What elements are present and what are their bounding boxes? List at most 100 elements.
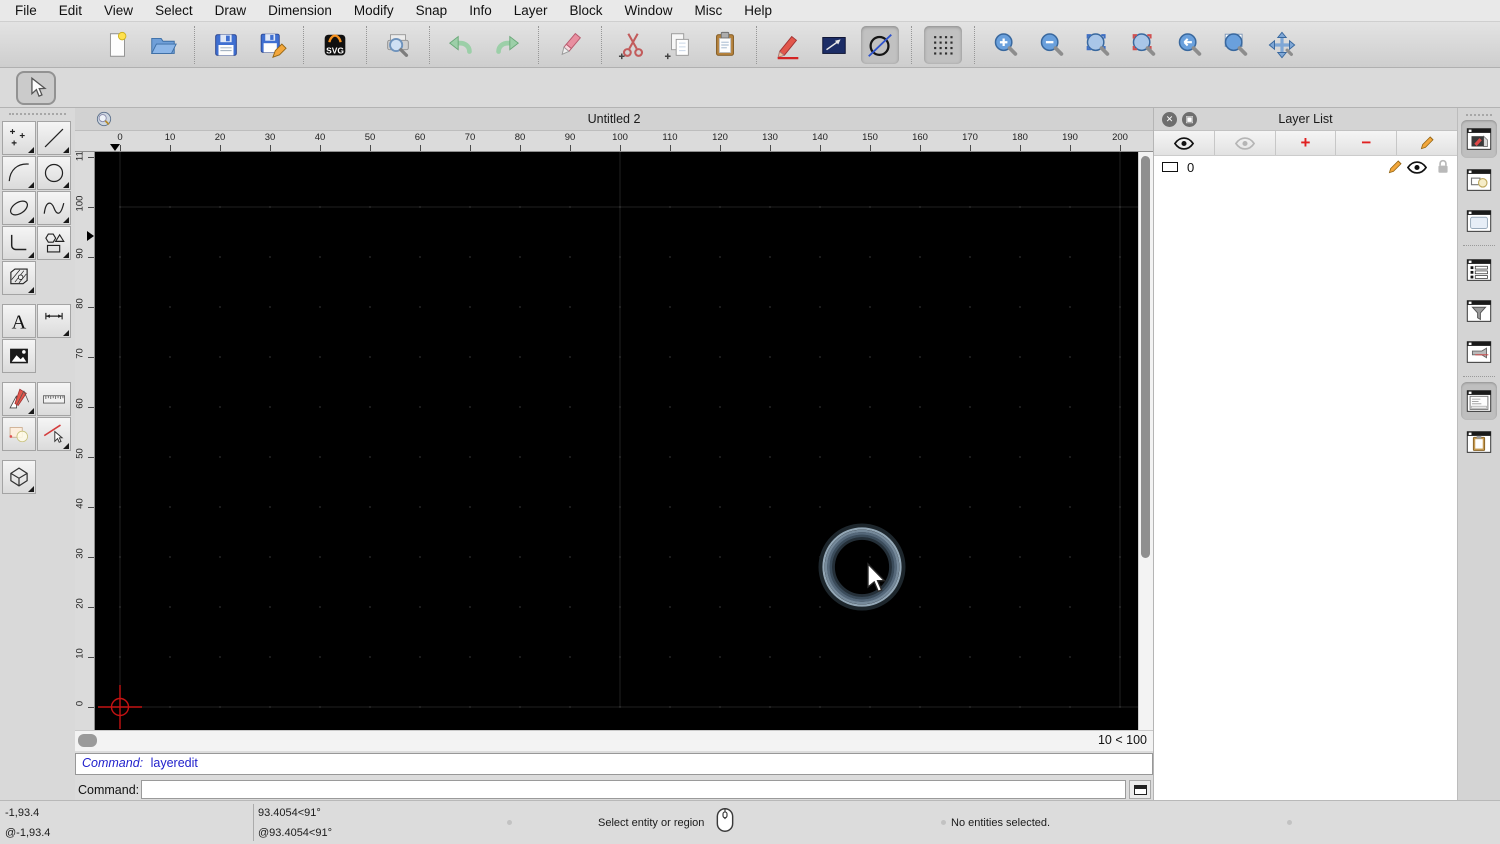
menu-modify[interactable]: Modify [343,3,405,18]
menu-select[interactable]: Select [144,3,204,18]
select-tool-button[interactable] [16,71,56,105]
show-all-layers-icon[interactable] [1154,131,1215,155]
menu-snap[interactable]: Snap [405,3,459,18]
hatch-tool[interactable] [2,261,36,295]
line-tool[interactable] [37,121,71,155]
print-preview-icon[interactable] [379,26,417,64]
new-document-icon[interactable] [98,26,136,64]
vertical-scrollbar-thumb[interactable] [1141,156,1150,558]
zoom-back-icon[interactable] [1171,26,1209,64]
h-ruler-tick [320,145,321,151]
export-svg-icon[interactable]: SVG [316,26,354,64]
zoom-pan-icon[interactable] [1263,26,1301,64]
grid-dot [919,656,921,658]
grid-dot [919,256,921,258]
grid-dot [219,506,221,508]
zoom-window-icon[interactable] [1217,26,1255,64]
text-tool[interactable]: A [2,304,36,338]
command-detach-button[interactable] [1129,780,1151,799]
dock-block-list-icon[interactable] [1461,161,1497,199]
add-layer-icon[interactable]: + [1275,131,1337,155]
zoom-auto-icon[interactable] [1079,26,1117,64]
action-hint: Select entity or region [598,817,705,829]
palette-gap [0,452,75,460]
horizontal-scrollbar[interactable]: 10 < 100 [75,730,1153,751]
drawing-canvas[interactable] [95,152,1138,730]
cut-icon[interactable] [614,26,652,64]
grid-dot [519,506,521,508]
save-icon[interactable] [207,26,245,64]
spline-tool[interactable] [37,191,71,225]
modify-layer-icon[interactable] [1397,131,1457,155]
menu-file[interactable]: File [4,3,48,18]
menu-help[interactable]: Help [733,3,783,18]
float-panel-icon[interactable]: ▣ [1182,112,1197,127]
polyline-tool[interactable] [2,226,36,260]
arc-tool[interactable] [2,156,36,190]
dock-drag-handle[interactable] [1466,114,1492,117]
undo-icon[interactable] [442,26,480,64]
menu-dimension[interactable]: Dimension [257,3,343,18]
remove-layer-icon[interactable]: − [1336,131,1398,155]
grid-dot [269,256,271,258]
points-tool[interactable] [2,121,36,155]
vertical-scrollbar[interactable] [1138,152,1153,730]
menu-block[interactable]: Block [559,3,614,18]
command-input[interactable] [141,780,1126,799]
zoom-in-icon[interactable] [987,26,1025,64]
draw-pen-icon[interactable] [769,26,807,64]
zoom-previous-icon[interactable] [1125,26,1163,64]
open-file-icon[interactable] [144,26,182,64]
solid3d-tool[interactable] [2,460,36,494]
menu-window[interactable]: Window [614,3,684,18]
circle-entity [824,529,900,605]
snap-grid-icon[interactable] [924,25,962,64]
drawing-window: Untitled 2 0 10 20 30 40 50 60 70 80 90 100 110 120 1… [75,108,1153,800]
circle-line-icon[interactable] [861,25,899,64]
circle-tool[interactable] [37,156,71,190]
dock-pen-wizard-icon[interactable] [1461,333,1497,371]
modify-tool[interactable] [2,382,36,416]
redo-icon[interactable] [488,26,526,64]
polygon-tool[interactable] [37,226,71,260]
menu-draw[interactable]: Draw [204,3,258,18]
grid-dot [619,306,621,308]
layer-lock-icon[interactable] [1437,159,1449,177]
menu-info[interactable]: Info [458,3,503,18]
line-attributes-icon[interactable] [815,26,853,64]
copy-icon[interactable] [660,26,698,64]
close-icon[interactable]: ✕ [1162,112,1177,127]
layer-visibility-icon[interactable] [1406,161,1428,177]
save-as-icon[interactable] [253,26,291,64]
properties-tool[interactable] [37,417,71,451]
grid-dot [419,356,421,358]
grid-dot [1019,256,1021,258]
dock-selection-filter-icon[interactable] [1461,292,1497,330]
ellipse-tool[interactable] [2,191,36,225]
edit-layer-icon[interactable] [1387,159,1403,178]
grid-dot [1019,206,1021,208]
image-tool[interactable] [2,339,36,373]
menu-layer[interactable]: Layer [503,3,559,18]
dock-notepad-icon[interactable] [1461,423,1497,461]
remove-entity-icon[interactable] [551,26,589,64]
grid-dot [919,356,921,358]
horizontal-scrollbar-thumb[interactable] [78,734,97,747]
toolbar-separator [756,25,757,64]
dimension-tool[interactable] [37,304,71,338]
measure-tool[interactable] [37,382,71,416]
menu-edit[interactable]: Edit [48,3,93,18]
dock-command-line-icon[interactable] [1461,382,1497,420]
menu-view[interactable]: View [93,3,144,18]
zoom-out-icon[interactable] [1033,26,1071,64]
hide-all-layers-icon[interactable] [1214,131,1276,155]
dock-entity-list-icon[interactable] [1461,251,1497,289]
dock-layer-list-icon[interactable] [1461,120,1497,158]
menu-misc[interactable]: Misc [684,3,734,18]
palette-drag-handle[interactable] [9,113,66,117]
dock-library-browser-icon[interactable] [1461,202,1497,240]
explode-tool[interactable] [2,417,36,451]
layer-row[interactable]: 0 [1154,156,1457,178]
grid-dot [119,556,121,558]
paste-icon[interactable] [706,26,744,64]
